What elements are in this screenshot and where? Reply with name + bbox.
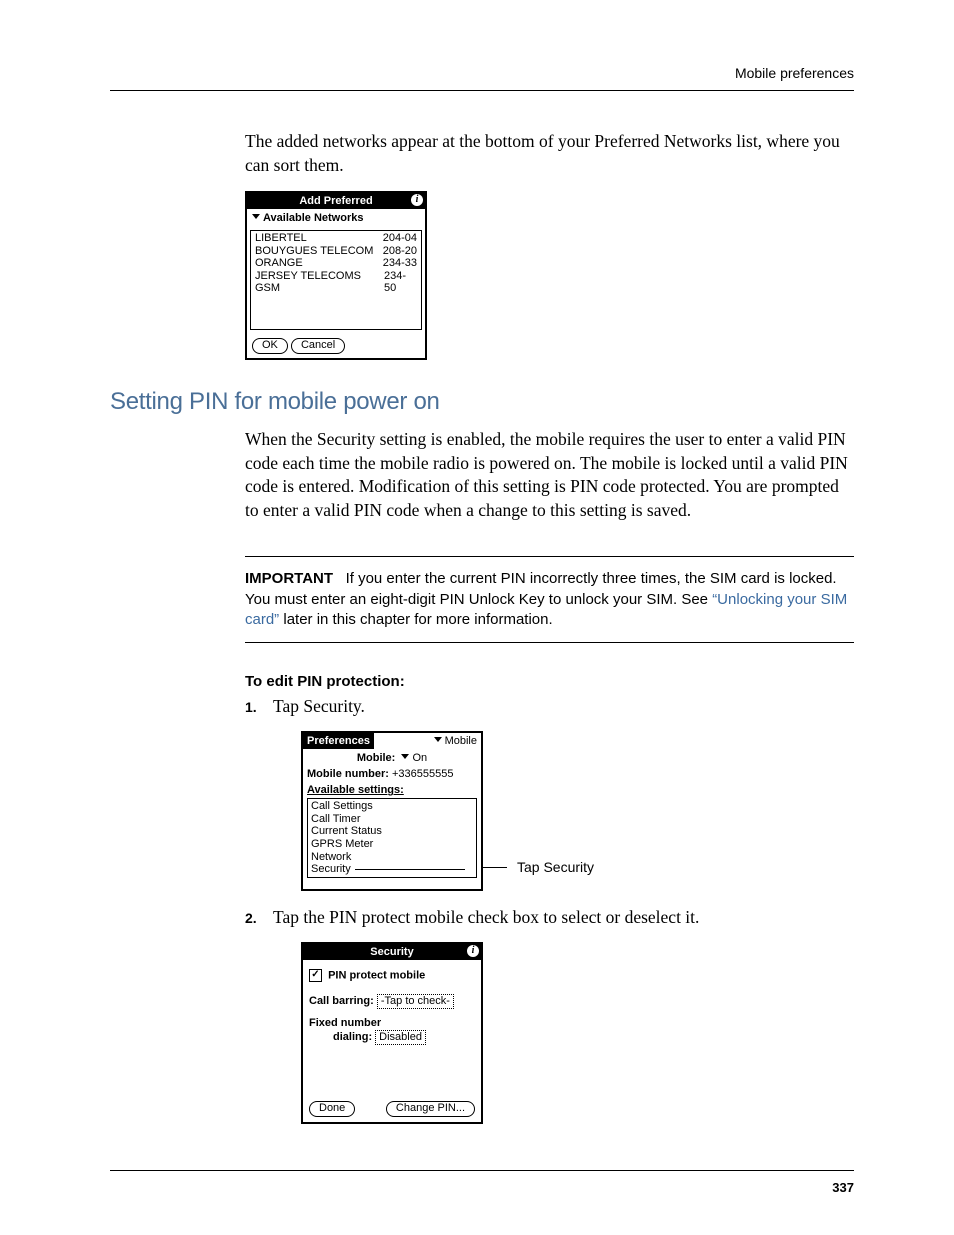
- add-preferred-screen: Add Preferred i Available Networks LIBER…: [245, 191, 427, 360]
- page-number: 337: [832, 1180, 854, 1195]
- network-row[interactable]: BOUYGUES TELECOM208-20: [253, 245, 419, 258]
- dropdown-label: Available Networks: [263, 212, 363, 224]
- prefs-category-dropdown[interactable]: Mobile: [434, 733, 477, 749]
- chevron-down-icon: [252, 212, 263, 224]
- network-row[interactable]: JERSEY TELECOMS GSM234-50: [253, 270, 419, 295]
- chevron-down-icon: [401, 752, 412, 764]
- mobile-label: Mobile:: [357, 752, 396, 764]
- important-text-after: later in this chapter for more informati…: [279, 611, 552, 628]
- ok-button[interactable]: OK: [252, 338, 288, 354]
- preferences-screen: Preferences Mobile Mobile: On Mobile num…: [301, 731, 483, 891]
- info-icon[interactable]: i: [411, 194, 423, 206]
- info-icon[interactable]: i: [467, 945, 479, 957]
- settings-list: Call Settings Call Timer Current Status …: [307, 798, 477, 878]
- callout-connector: [355, 869, 465, 870]
- section-heading: Setting PIN for mobile power on: [110, 388, 854, 416]
- prefs-title: Preferences: [303, 733, 374, 749]
- settings-item-security[interactable]: Security: [311, 863, 473, 876]
- pin-protect-label: PIN protect mobile: [328, 970, 425, 982]
- step-2: Tap the PIN protect mobile check box to …: [245, 907, 854, 1124]
- edit-heading: To edit PIN protection:: [245, 673, 854, 690]
- header-rule: [110, 90, 854, 91]
- call-barring-label: Call barring:: [309, 995, 374, 1007]
- fixed-number-label2: dialing:: [333, 1031, 372, 1043]
- security-title: Security: [370, 946, 413, 959]
- security-screen: Security i ✓ PIN protect mobile Call bar…: [301, 942, 483, 1124]
- change-pin-button[interactable]: Change PIN...: [386, 1101, 475, 1117]
- call-barring-value[interactable]: -Tap to check-: [377, 994, 454, 1009]
- footer-rule: [110, 1170, 854, 1171]
- pin-protect-checkbox[interactable]: ✓: [309, 969, 322, 982]
- cancel-button[interactable]: Cancel: [291, 338, 345, 354]
- done-button[interactable]: Done: [309, 1101, 355, 1117]
- fixed-number-label1: Fixed number: [309, 1017, 381, 1029]
- intro-paragraph: The added networks appear at the bottom …: [245, 130, 854, 177]
- running-head: Mobile preferences: [735, 65, 854, 81]
- network-list[interactable]: LIBERTEL204-04 BOUYGUES TELECOM208-20 OR…: [250, 230, 422, 330]
- mobile-number-value: +336555555: [392, 768, 453, 780]
- section-body: When the Security setting is enabled, th…: [245, 428, 854, 523]
- settings-item-call-settings[interactable]: Call Settings: [311, 800, 473, 813]
- important-label: IMPORTANT: [245, 570, 333, 587]
- settings-item-network[interactable]: Network: [311, 851, 473, 864]
- security-title-bar: Security i: [303, 944, 481, 960]
- chevron-down-icon: [434, 735, 445, 747]
- screen-title-bar: Add Preferred i: [247, 193, 425, 209]
- settings-item-gprs-meter[interactable]: GPRS Meter: [311, 838, 473, 851]
- network-row[interactable]: ORANGE234-33: [253, 257, 419, 270]
- fixed-dialing-value[interactable]: Disabled: [375, 1030, 426, 1045]
- mobile-number-label: Mobile number:: [307, 768, 389, 780]
- callout-tap-security: Tap Security: [517, 859, 594, 875]
- available-settings-label: Available settings:: [303, 782, 481, 798]
- important-note: IMPORTANT If you enter the current PIN i…: [245, 556, 854, 643]
- step-1: Tap Security. Preferences Mobile Mobile:…: [245, 696, 854, 891]
- network-row[interactable]: LIBERTEL204-04: [253, 232, 419, 245]
- mobile-toggle[interactable]: On: [401, 752, 427, 764]
- available-networks-dropdown[interactable]: Available Networks: [247, 209, 425, 228]
- settings-item-current-status[interactable]: Current Status: [311, 825, 473, 838]
- settings-item-call-timer[interactable]: Call Timer: [311, 813, 473, 826]
- screen-title: Add Preferred: [299, 195, 372, 208]
